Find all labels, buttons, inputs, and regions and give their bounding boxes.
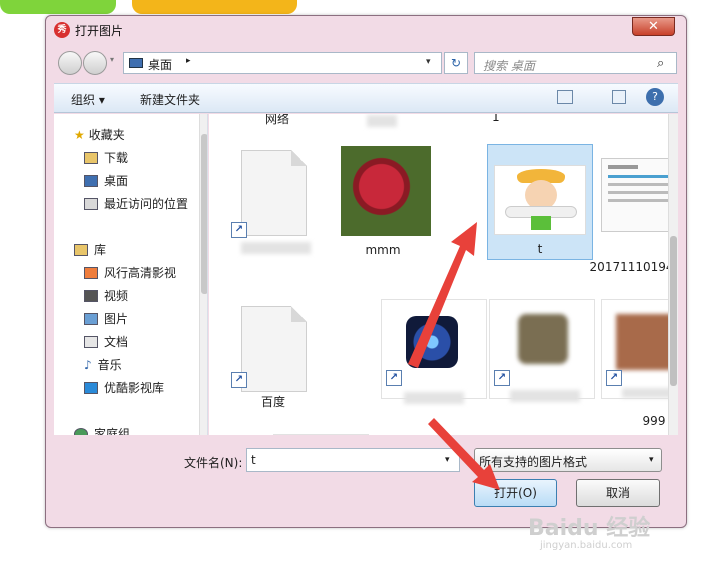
baidu-watermark: Baidu 经验 — [528, 516, 651, 541]
arrow-to-t-file — [408, 222, 477, 368]
annotation-arrows — [408, 222, 500, 490]
baidu-watermark-url: jingyan.baidu.com — [540, 540, 633, 551]
arrow-to-open-button — [428, 418, 500, 490]
